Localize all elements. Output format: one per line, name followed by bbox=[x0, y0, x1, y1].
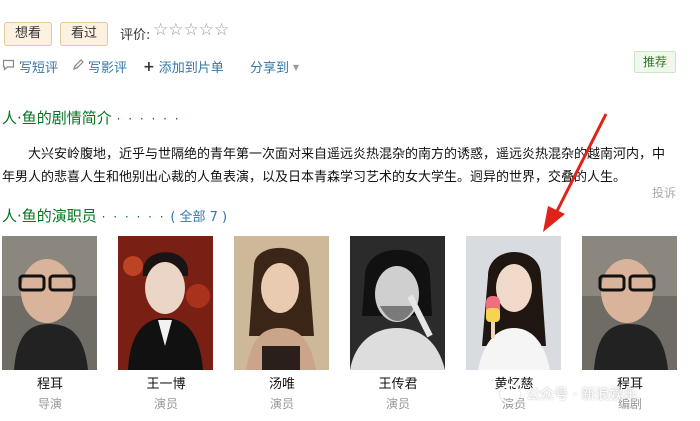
watermark: 公众号 · 新浪娱乐 bbox=[500, 384, 637, 404]
annotation-arrow bbox=[543, 113, 608, 232]
watermark-text: 公众号 · 新浪娱乐 bbox=[526, 387, 638, 403]
watermark-icon bbox=[500, 384, 520, 404]
